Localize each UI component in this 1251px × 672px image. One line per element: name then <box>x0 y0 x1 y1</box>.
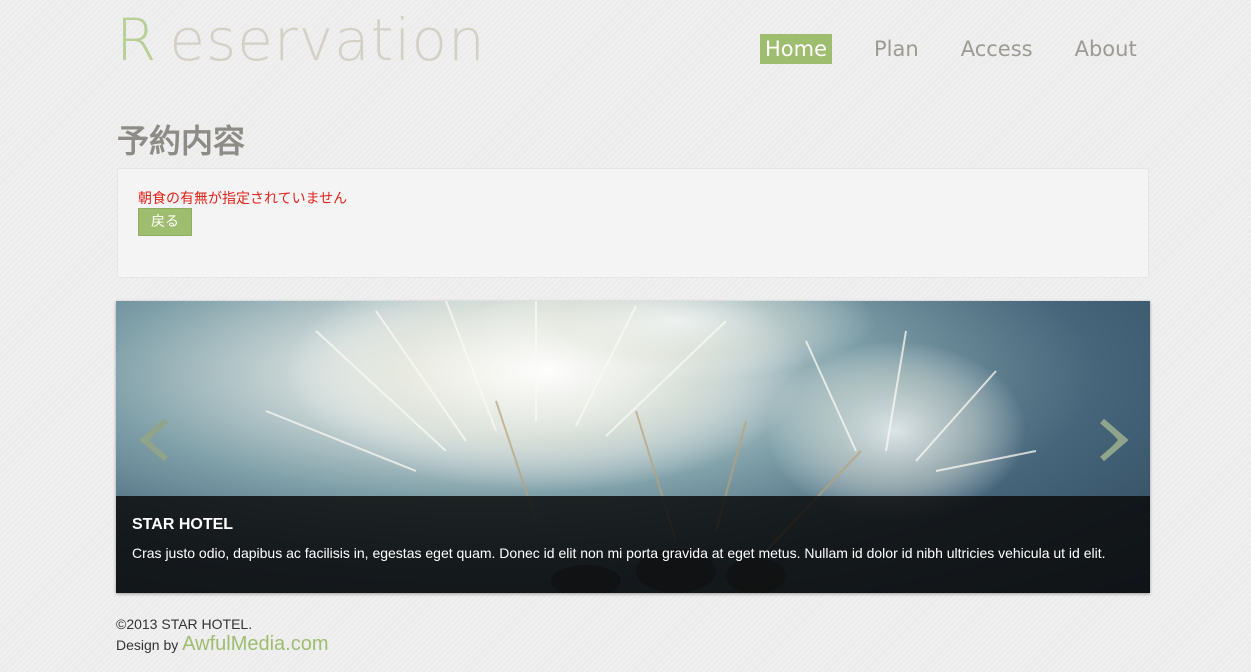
carousel-prev-button[interactable] <box>134 415 174 465</box>
site-logo[interactable]: Reservation <box>116 6 486 74</box>
caption-title: STAR HOTEL <box>132 516 234 533</box>
copyright: ©2013 STAR HOTEL. <box>116 616 253 632</box>
nav-about[interactable]: About <box>1075 34 1137 64</box>
design-by-label: Design by <box>116 637 183 653</box>
main-nav: Home Plan Access About <box>760 33 1179 65</box>
design-credit: Design by AwfulMedia.com <box>116 634 329 655</box>
chevron-right-icon <box>1100 418 1129 462</box>
back-button[interactable]: 戻る <box>138 208 192 236</box>
logo-text: eservation <box>169 6 486 74</box>
designer-link[interactable]: AwfulMedia.com <box>182 633 328 655</box>
caption-text: Cras justo odio, dapibus ac facilisis in… <box>132 545 1106 561</box>
reservation-panel: 朝食の有無が指定されていません 戻る <box>117 168 1149 278</box>
logo-initial: R <box>116 6 158 74</box>
carousel-next-button[interactable] <box>1094 415 1134 465</box>
nav-plan[interactable]: Plan <box>874 34 919 64</box>
nav-home[interactable]: Home <box>760 34 833 64</box>
error-message: 朝食の有無が指定されていません <box>138 191 348 207</box>
nav-access[interactable]: Access <box>961 34 1033 64</box>
footer: ©2013 STAR HOTEL. Design by AwfulMedia.c… <box>116 614 329 655</box>
page-title: 予約内容 <box>117 122 246 160</box>
image-carousel: STAR HOTEL Cras justo odio, dapibus ac f… <box>116 301 1150 593</box>
slide-caption: STAR HOTEL Cras justo odio, dapibus ac f… <box>116 496 1150 593</box>
chevron-left-icon <box>139 418 168 462</box>
